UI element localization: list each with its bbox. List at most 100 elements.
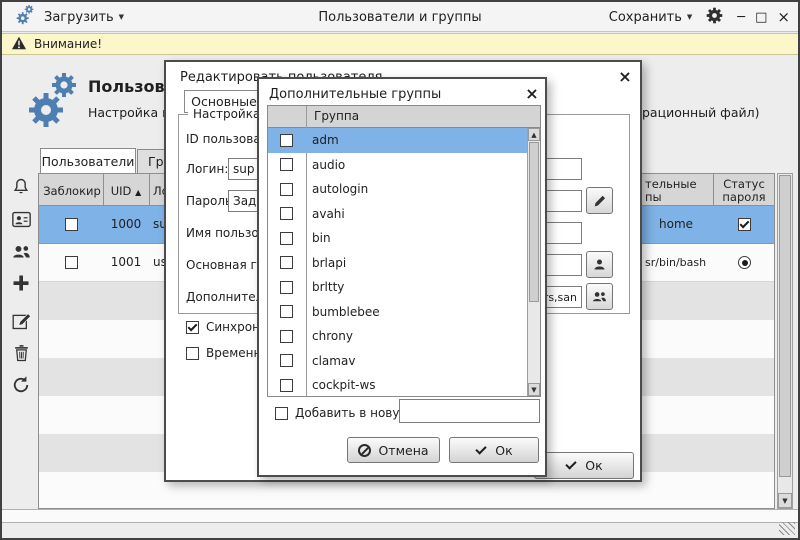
uid-header-label: UID	[111, 184, 132, 198]
group-row[interactable]: brlapi	[268, 251, 527, 276]
login-field-label: Логин:	[186, 162, 228, 176]
column-header-status[interactable]: Статус пароля	[713, 178, 775, 204]
dialog-close-button[interactable]: ×	[616, 67, 634, 85]
app-logo-gears-icon	[22, 69, 80, 137]
group-checkbox[interactable]	[280, 256, 293, 269]
group-checkbox[interactable]	[280, 207, 293, 220]
group-row[interactable]: cockpit-ws	[268, 373, 527, 396]
row-locked-checkbox[interactable]	[65, 256, 78, 269]
group-checkbox[interactable]	[280, 354, 293, 367]
minimize-button[interactable]: ─	[737, 10, 745, 25]
ok-label: Ок	[495, 443, 512, 458]
temporary-checkbox[interactable]	[186, 347, 199, 360]
people-icon	[591, 289, 608, 304]
delete-user-button[interactable]	[9, 341, 33, 365]
chevron-down-icon: ▼	[119, 13, 124, 21]
groups-scrollbar[interactable]: ▲ ▼	[527, 128, 540, 396]
groups-ok-button[interactable]: Ок	[449, 437, 539, 463]
group-checkbox[interactable]	[280, 379, 293, 392]
group-row[interactable]: clamav	[268, 349, 527, 374]
group-name: brltty	[312, 280, 344, 294]
row-password-status-radio[interactable]	[738, 256, 751, 269]
dialog-close-button[interactable]: ×	[523, 84, 541, 102]
group-name: audio	[312, 158, 345, 172]
group-row[interactable]: brltty	[268, 275, 527, 300]
user-card-icon	[11, 210, 32, 229]
sync-checkbox[interactable]	[186, 321, 199, 334]
save-menu-button[interactable]: Сохранить ▼	[609, 10, 693, 25]
column-header-locked[interactable]: Заблокир	[41, 184, 103, 198]
status-bar	[2, 509, 798, 523]
group-checkbox[interactable]	[280, 134, 293, 147]
warning-icon	[11, 36, 27, 53]
arrow-down-icon: ▼	[531, 386, 536, 394]
scroll-down-button[interactable]: ▼	[778, 493, 792, 508]
arrow-down-icon: ▼	[782, 497, 787, 505]
scrollbar-thumb[interactable]	[529, 142, 539, 302]
cancel-icon	[358, 444, 371, 457]
notifications-button[interactable]	[9, 175, 33, 199]
arrow-up-icon: ▲	[531, 131, 536, 139]
load-label: Загрузить	[44, 10, 114, 25]
column-header-uid[interactable]: UID ▲	[103, 184, 149, 198]
new-group-name-input[interactable]	[399, 399, 540, 423]
cancel-label: Отмена	[378, 443, 428, 458]
add-user-button[interactable]	[9, 271, 33, 295]
group-row[interactable]: avahi	[268, 202, 527, 227]
pencil-icon	[11, 311, 32, 332]
group-checkbox[interactable]	[280, 330, 293, 343]
maximize-button[interactable]: □	[755, 10, 767, 25]
chevron-down-icon: ▼	[687, 13, 692, 21]
load-menu-button[interactable]: Загрузить ▼	[44, 10, 124, 25]
vertical-scrollbar[interactable]: ▼	[777, 173, 793, 509]
settings-gear-button[interactable]	[706, 7, 723, 28]
column-header-group[interactable]: Группа	[314, 109, 359, 123]
scroll-up-button[interactable]: ▲	[528, 128, 540, 141]
warning-bar: Внимание!	[2, 33, 798, 55]
check-icon	[475, 445, 488, 456]
pencil-icon	[592, 193, 608, 209]
row-password-status-checkbox[interactable]	[738, 218, 751, 231]
group-name: cockpit-ws	[312, 378, 376, 392]
tab-users[interactable]: Пользователи	[40, 148, 136, 174]
group-name: bin	[312, 231, 331, 245]
scroll-down-button[interactable]: ▼	[528, 383, 540, 396]
dialog-title: Дополнительные группы	[269, 87, 441, 102]
scrollbar-thumb[interactable]	[779, 175, 791, 477]
group-checkbox[interactable]	[280, 305, 293, 318]
add-new-group-checkbox[interactable]	[275, 407, 288, 420]
group-row[interactable]: autologin	[268, 177, 527, 202]
refresh-button[interactable]	[9, 373, 33, 397]
extra-header-line2: пы	[645, 191, 697, 204]
group-row[interactable]: audio	[268, 153, 527, 178]
user-groups-button[interactable]	[9, 239, 33, 263]
resize-grip[interactable]	[779, 522, 795, 535]
group-checkbox[interactable]	[280, 183, 293, 196]
group-checkbox[interactable]	[280, 232, 293, 245]
group-row[interactable]: bin	[268, 226, 527, 251]
edit-password-button[interactable]	[586, 187, 613, 214]
row-uid: 1000	[103, 217, 149, 231]
group-row[interactable]: bumblebee	[268, 300, 527, 325]
group-checkbox[interactable]	[280, 158, 293, 171]
column-header-extra-fragment[interactable]: тельные пы	[645, 178, 697, 204]
edit-user-button[interactable]	[9, 309, 33, 333]
group-checkbox[interactable]	[280, 281, 293, 294]
edit-dialog-ok-button[interactable]: Ок	[534, 452, 634, 479]
group-name: adm	[312, 133, 339, 147]
select-extra-groups-button[interactable]	[586, 283, 613, 310]
groups-cancel-button[interactable]: Отмена	[347, 437, 440, 463]
add-new-group-row[interactable]: Добавить в новую:	[275, 406, 414, 420]
group-row[interactable]: adm	[268, 128, 527, 153]
plus-icon	[11, 273, 31, 293]
window-close-button[interactable]: ×	[777, 8, 790, 26]
row-uid: 1001	[103, 255, 149, 269]
title-bar: Загрузить ▼ Пользователи и группы Сохран…	[2, 2, 798, 32]
row-extra-fragment: home	[659, 217, 693, 231]
person-icon	[592, 257, 607, 272]
row-locked-checkbox[interactable]	[65, 218, 78, 231]
user-card-button[interactable]	[9, 207, 33, 231]
group-name: brlapi	[312, 256, 346, 270]
select-primary-group-button[interactable]	[586, 251, 613, 278]
group-row[interactable]: chrony	[268, 324, 527, 349]
